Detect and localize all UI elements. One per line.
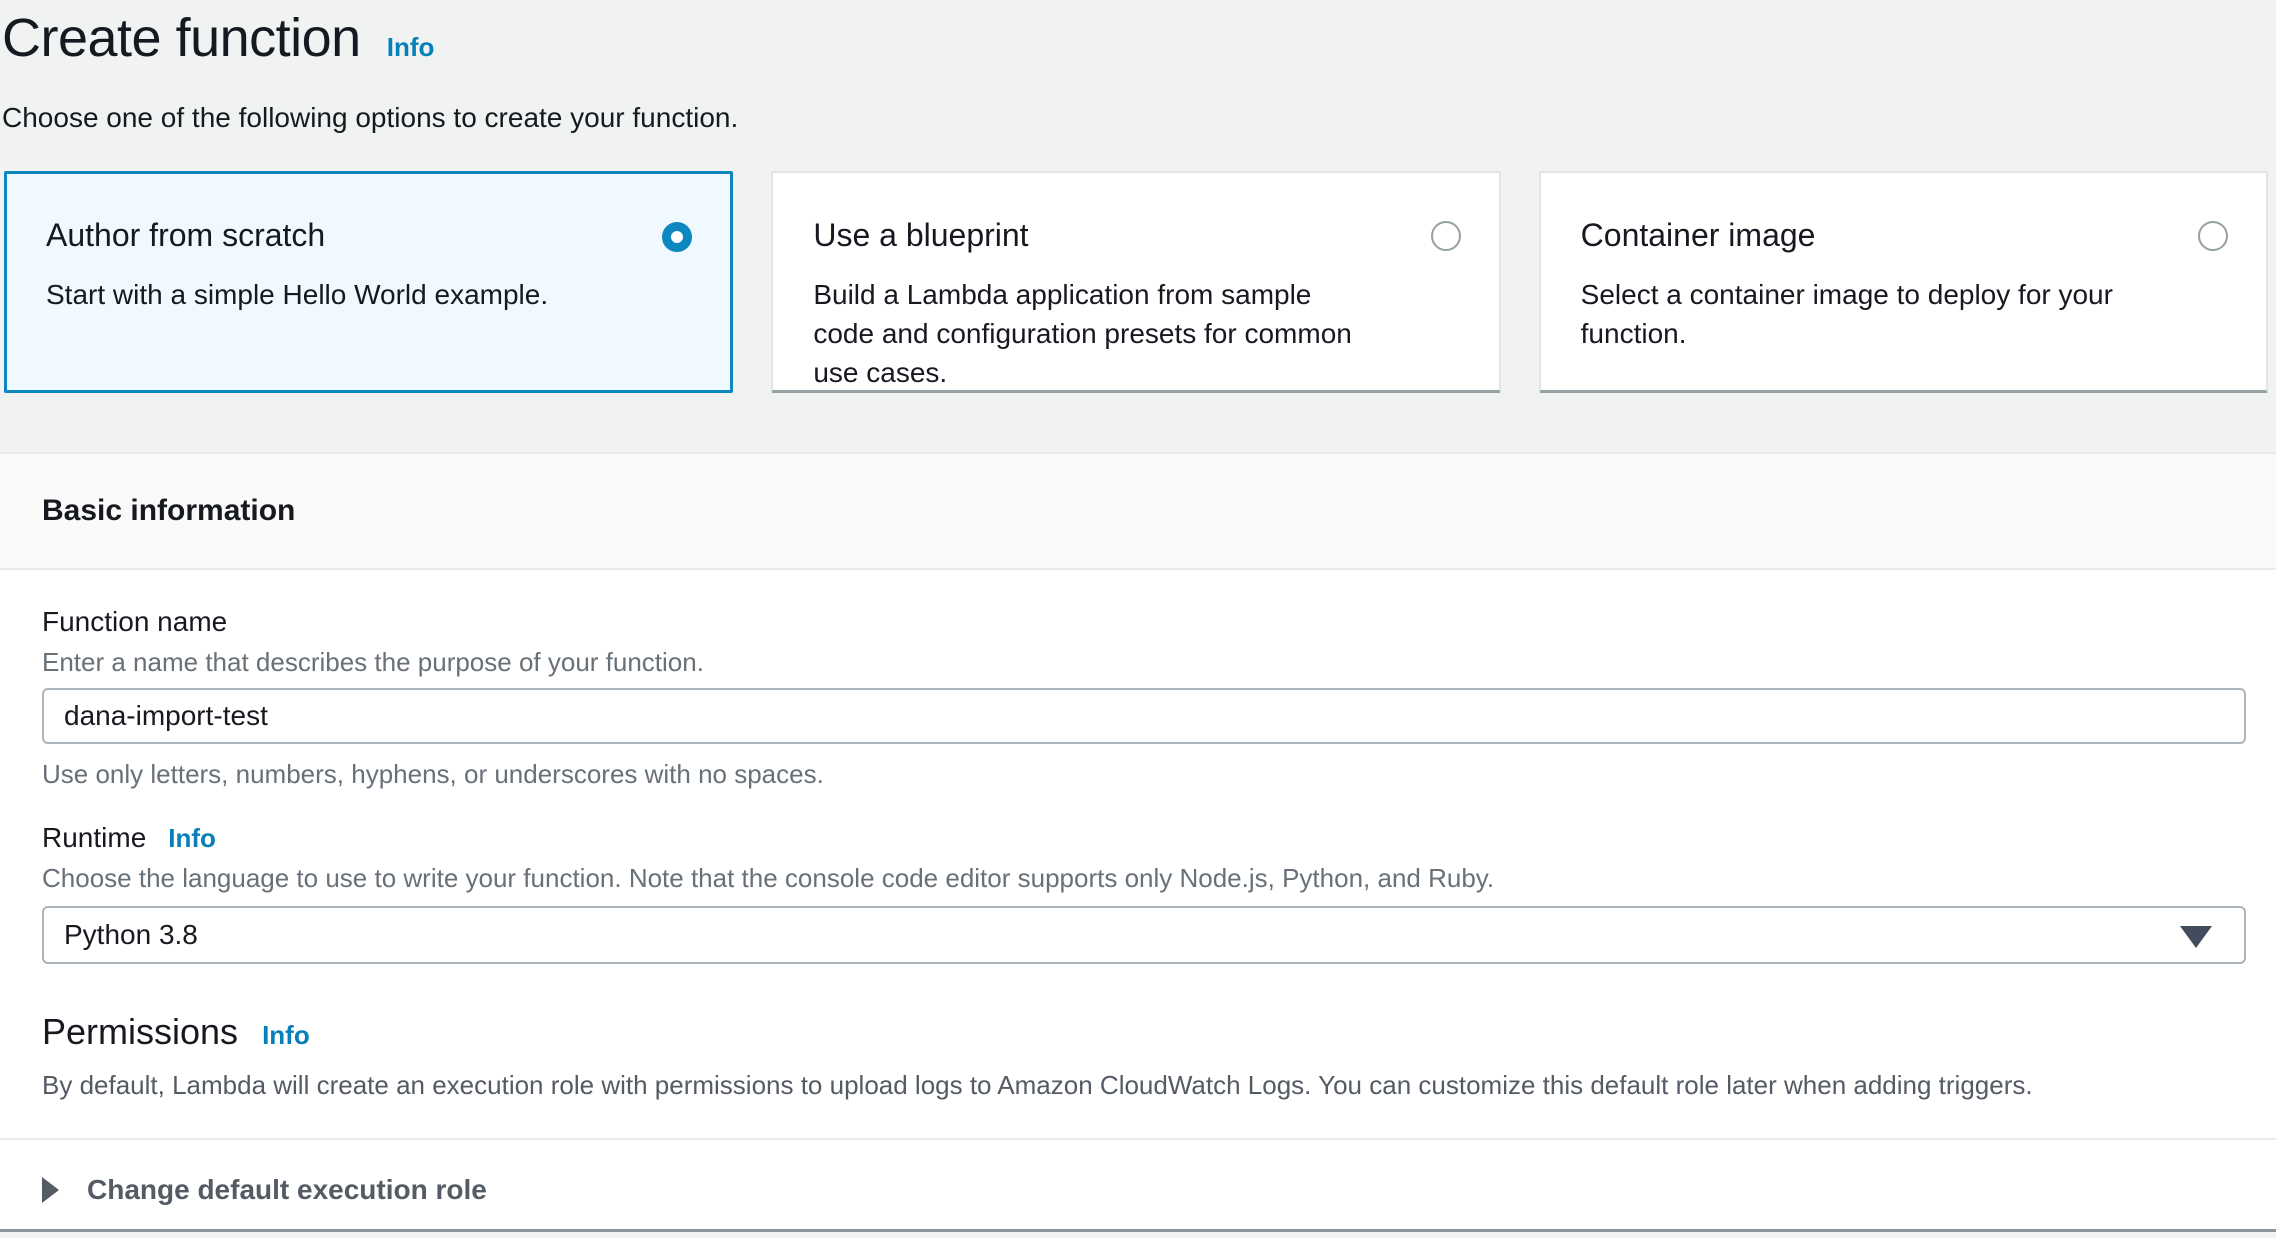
bottom-border <box>0 1229 2276 1232</box>
permissions-heading: Permissions <box>42 1010 238 1054</box>
page-title-row: Create function Info <box>2 6 2268 70</box>
card-description: Select a container image to deploy for y… <box>1581 275 2230 353</box>
create-function-page: Create function Info Choose one of the f… <box>0 0 2276 1238</box>
function-name-constraint: Use only letters, numbers, hyphens, or u… <box>42 758 2246 790</box>
runtime-field: Runtime Info Choose the language to use … <box>42 820 2246 964</box>
card-title: Use a blueprint <box>813 215 1462 255</box>
permissions-description: By default, Lambda will create an execut… <box>42 1068 2246 1102</box>
function-name-label: Function name <box>42 604 2246 640</box>
card-title: Author from scratch <box>46 215 695 255</box>
option-card-use-a-blueprint[interactable]: Use a blueprint Build a Lambda applicati… <box>771 171 1500 393</box>
create-function-info-link[interactable]: Info <box>387 32 435 63</box>
change-default-execution-role-expander[interactable]: Change default execution role <box>42 1140 2246 1206</box>
card-description: Build a Lambda application from sample c… <box>813 275 1462 392</box>
option-card-author-from-scratch[interactable]: Author from scratch Start with a simple … <box>4 171 733 393</box>
card-title: Container image <box>1581 215 2230 255</box>
page-subtitle: Choose one of the following options to c… <box>2 100 2268 136</box>
runtime-label: Runtime <box>42 820 146 856</box>
card-description: Start with a simple Hello World example. <box>46 275 695 314</box>
function-name-input[interactable] <box>42 688 2246 744</box>
chevron-down-icon <box>2180 926 2212 948</box>
basic-information-header: Basic information <box>0 452 2276 570</box>
caret-right-icon <box>42 1177 59 1203</box>
radio-unselected-icon[interactable] <box>2198 221 2228 251</box>
permissions-section: Permissions Info By default, Lambda will… <box>42 1010 2246 1102</box>
runtime-selected-option: Python 3.8 <box>64 919 198 951</box>
runtime-select[interactable]: Python 3.8 <box>42 906 2246 964</box>
option-card-container-image[interactable]: Container image Select a container image… <box>1539 171 2268 393</box>
basic-information-heading: Basic information <box>42 494 295 528</box>
radio-unselected-icon[interactable] <box>1431 221 1461 251</box>
runtime-info-link[interactable]: Info <box>168 823 216 854</box>
expander-label: Change default execution role <box>87 1174 487 1206</box>
function-name-description: Enter a name that describes the purpose … <box>42 646 2246 678</box>
creation-option-cards: Author from scratch Start with a simple … <box>4 171 2268 393</box>
runtime-description: Choose the language to use to write your… <box>42 862 2246 894</box>
page-title: Create function <box>2 6 361 70</box>
basic-information-form: Function name Enter a name that describe… <box>0 570 2276 1229</box>
permissions-info-link[interactable]: Info <box>262 1020 310 1051</box>
